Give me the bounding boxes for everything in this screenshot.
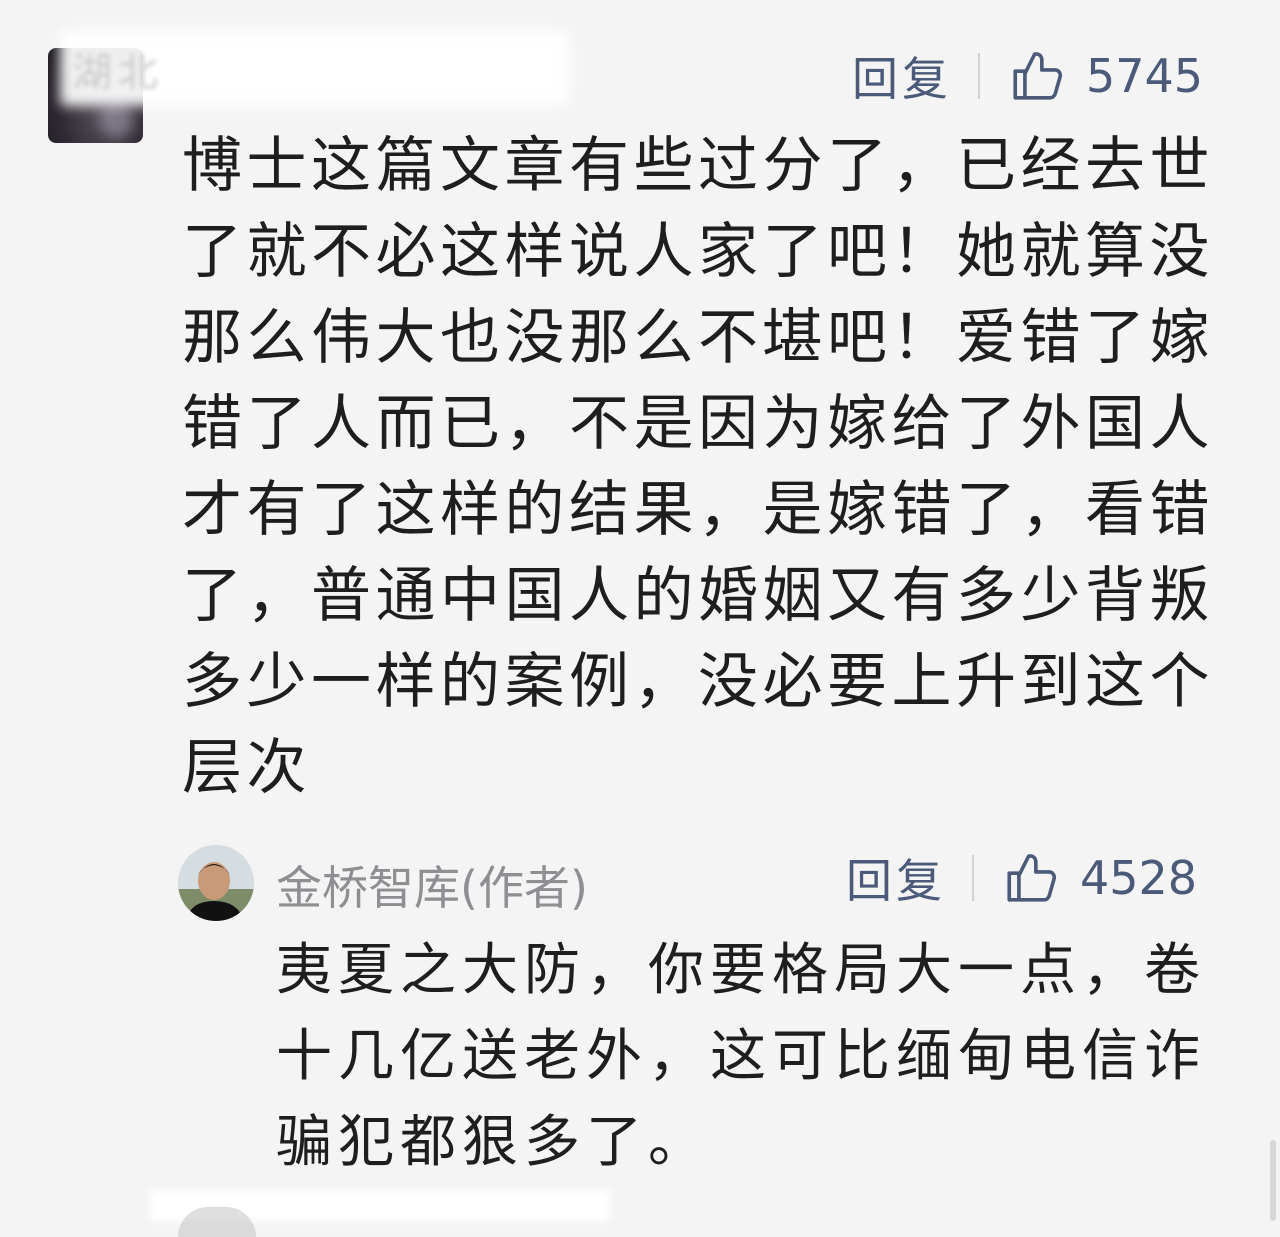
thumbs-up-icon: [1013, 52, 1063, 100]
comment-actions: 回复 5745: [852, 46, 1203, 106]
comment-item: 湖北 回复 5745 博士这篇文章有些过分了，已经去世了就不必这样说人家了吧！她…: [0, 0, 1280, 830]
reply-button[interactable]: 回复: [852, 43, 952, 109]
scrollbar[interactable]: [1270, 1140, 1276, 1221]
author-name[interactable]: 金桥智库(作者): [276, 852, 588, 918]
thumbs-up-icon: [1007, 854, 1057, 902]
reply-button[interactable]: 回复: [846, 845, 946, 911]
like-button[interactable]: 4528: [1002, 849, 1197, 907]
username[interactable]: 湖北: [72, 40, 164, 98]
comment-text: 博士这篇文章有些过分了，已经去世了就不必这样说人家了吧！她就算没那么伟大也没那么…: [182, 131, 1214, 803]
divider: [972, 855, 974, 901]
avatar-photo: [178, 845, 254, 921]
divider: [978, 53, 980, 99]
like-button[interactable]: 5745: [1008, 47, 1203, 105]
like-count: 4528: [1080, 851, 1198, 905]
reply-text: 夷夏之大防，你要格局大一点，卷十几亿送老外，这可比缅甸电信诈骗犯都狠多了。: [276, 938, 1206, 1175]
like-count: 5745: [1086, 49, 1204, 103]
comment-actions: 回复 4528: [846, 848, 1197, 908]
author-avatar[interactable]: [178, 845, 254, 921]
